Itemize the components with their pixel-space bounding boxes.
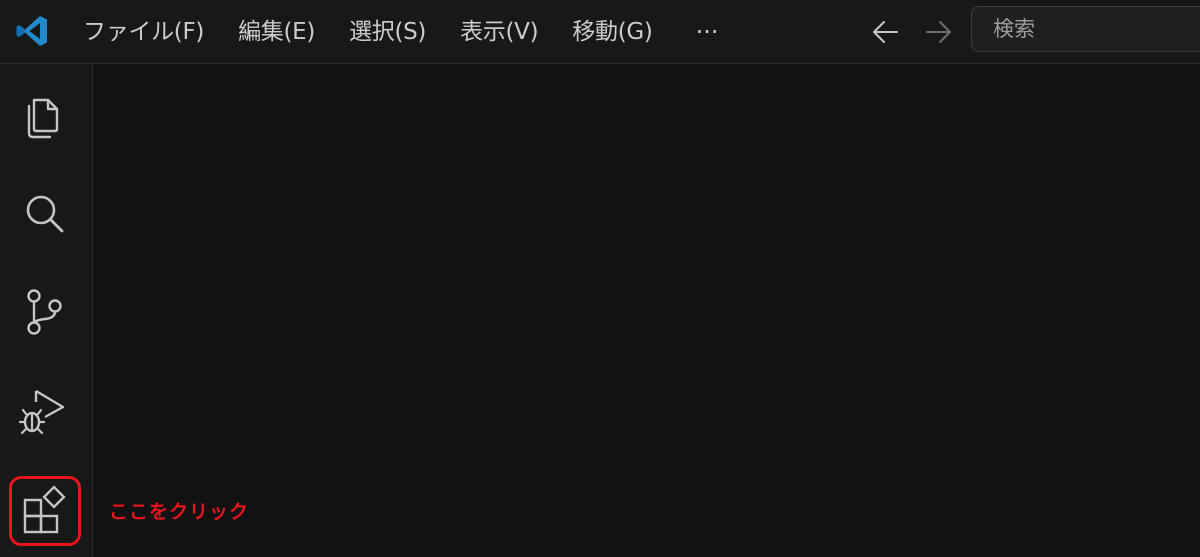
title-bar: ファイル(F) 編集(E) 選択(S) 表示(V) 移動(G) ··· 検索 xyxy=(0,0,1200,64)
menu-more-button[interactable]: ··· xyxy=(680,10,735,54)
arrow-right-icon[interactable] xyxy=(920,14,956,50)
run-and-debug-icon xyxy=(18,389,65,435)
editor-area[interactable] xyxy=(93,64,1200,557)
vscode-logo-icon[interactable] xyxy=(14,13,50,49)
arrow-left-icon[interactable] xyxy=(868,14,904,50)
menu-bar: ファイル(F) 編集(E) 選択(S) 表示(V) 移動(G) ··· xyxy=(66,0,734,64)
source-control-icon xyxy=(27,289,62,335)
menu-selection[interactable]: 選択(S) xyxy=(332,10,443,54)
activity-search-button[interactable] xyxy=(17,186,71,240)
activity-source-control-button[interactable] xyxy=(17,284,71,338)
extensions-highlight-box xyxy=(9,476,81,546)
activity-bar xyxy=(0,64,93,557)
vscode-window: ファイル(F) 編集(E) 選択(S) 表示(V) 移動(G) ··· 検索 こ… xyxy=(0,0,1200,557)
menu-edit[interactable]: 編集(E) xyxy=(221,10,332,54)
menu-file[interactable]: ファイル(F) xyxy=(66,10,221,54)
activity-explorer-button[interactable] xyxy=(17,88,71,142)
click-here-annotation: ここをクリック xyxy=(109,501,250,523)
command-center-search[interactable]: 検索 xyxy=(971,6,1200,52)
search-placeholder: 検索 xyxy=(993,17,1035,41)
search-icon xyxy=(26,195,64,233)
menu-view[interactable]: 表示(V) xyxy=(443,10,555,54)
files-icon xyxy=(27,98,59,139)
activity-run-debug-button[interactable] xyxy=(17,382,71,436)
menu-go[interactable]: 移動(G) xyxy=(555,10,669,54)
